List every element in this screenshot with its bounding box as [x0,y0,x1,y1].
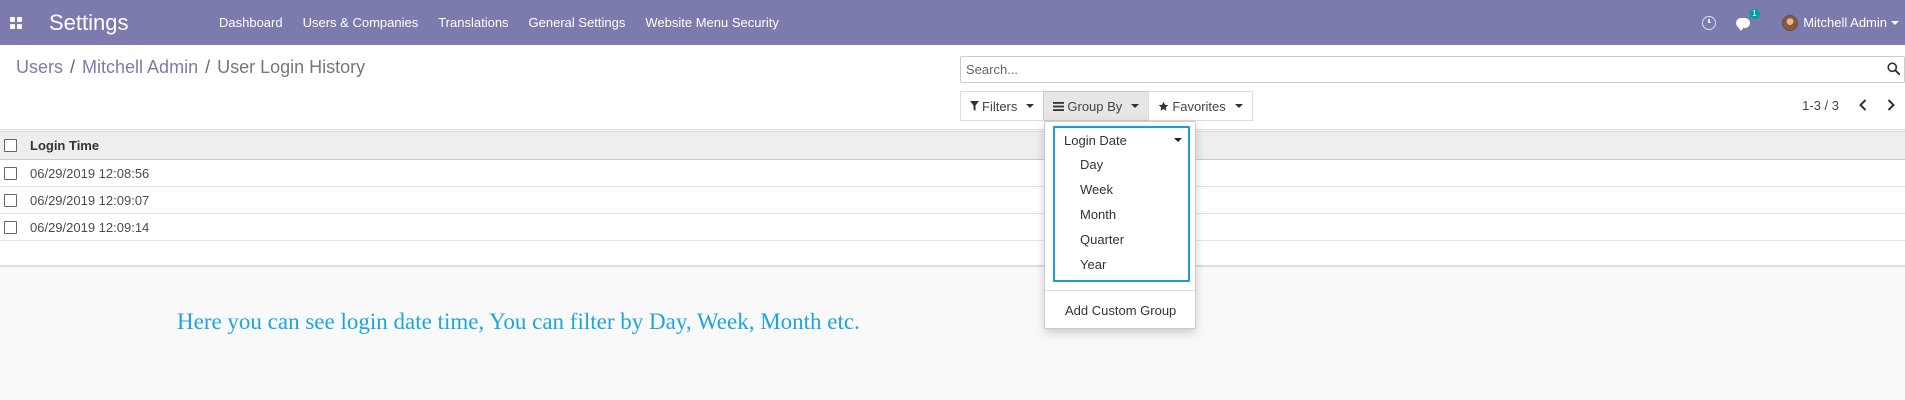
avatar[interactable] [1782,14,1799,31]
login-time-cell: 06/29/2019 12:09:07 [30,192,150,208]
search-options: Filters Group By Favorites [960,91,1253,121]
menu-item-general-settings[interactable]: General Settings [519,0,636,45]
chat-counter-badge: 1 [1749,8,1760,19]
breadcrumb-users[interactable]: Users [16,57,63,78]
breadcrumb-mitchell-admin[interactable]: Mitchell Admin [82,57,198,78]
list-header: Login Time [0,131,1905,160]
messaging-menu[interactable]: 1 [1736,8,1760,31]
breadcrumb-separator: / [70,57,76,77]
filters-button[interactable]: Filters [960,91,1045,121]
navbar-right: 1 Mitchell Admin [1702,0,1905,45]
group-by-option-week[interactable]: Week [1055,177,1188,202]
annotation-note: Here you can see login date time, You ca… [177,309,860,334]
row-checkbox[interactable] [4,220,17,234]
chevron-down-icon[interactable] [1891,20,1899,25]
group-by-button[interactable]: Group By [1043,91,1150,121]
table-row[interactable]: 06/29/2019 12:09:14 [0,214,1905,241]
main-menu: Dashboard Users & Companies Translations… [209,0,789,45]
chevron-down-icon [1174,138,1182,142]
control-panel: Users / Mitchell Admin / User Login Hist… [0,45,1905,130]
group-by-label: Group By [1067,98,1123,114]
search-input[interactable] [961,57,1861,82]
chevron-down-icon [1026,104,1035,108]
group-by-field-label: Login Date [1064,132,1127,148]
group-by-dropdown: Login Date Day Week Month Quarter Year A… [1044,121,1196,329]
pager: 1-3 / 3 [1802,95,1905,115]
login-time-cell: 06/29/2019 12:08:56 [30,165,150,181]
search-bar [960,56,1905,83]
app-title: Settings [49,9,129,35]
group-by-option-month[interactable]: Month [1055,202,1188,227]
filters-label: Filters [982,98,1018,114]
chevron-down-icon [1234,104,1243,108]
login-time-cell: 06/29/2019 12:09:14 [30,219,150,235]
favorites-button[interactable]: Favorites [1148,91,1253,121]
breadcrumb: Users / Mitchell Admin / User Login Hist… [16,57,365,78]
chat-icon [1736,17,1751,31]
menu-item-users-companies[interactable]: Users & Companies [293,0,429,45]
group-by-option-quarter[interactable]: Quarter [1055,227,1188,252]
row-checkbox[interactable] [4,166,17,180]
apps-grid-icon[interactable] [10,16,24,29]
group-by-field-selected[interactable]: Login Date [1055,128,1188,152]
login-history-list: Login Time 06/29/2019 12:08:56 06/29/201… [0,131,1905,267]
list-bars-icon [1053,101,1065,111]
group-by-option-year[interactable]: Year [1055,252,1188,277]
filter-icon [970,101,979,111]
list-footer [0,241,1905,267]
breadcrumb-separator: / [205,57,211,77]
clock-icon[interactable] [1702,15,1717,30]
add-custom-group-button[interactable]: Add Custom Group [1045,298,1195,323]
select-all-checkbox[interactable] [4,139,17,152]
group-by-option-day[interactable]: Day [1055,152,1188,177]
column-header-login-time[interactable]: Login Time [30,138,99,153]
menu-item-translations[interactable]: Translations [428,0,518,45]
user-menu-name[interactable]: Mitchell Admin [1803,15,1887,30]
search-icon[interactable] [1887,62,1900,75]
row-checkbox[interactable] [4,193,17,207]
chevron-right-icon [1887,99,1895,111]
page-title: User Login History [217,57,366,77]
group-by-field-select[interactable]: Login Date Day Week Month Quarter Year [1053,126,1190,282]
chevron-left-icon [1859,99,1867,111]
pager-value[interactable]: 1-3 / 3 [1802,98,1839,113]
menu-item-website-menu-security[interactable]: Website Menu Security [635,0,788,45]
pager-next-button[interactable] [1877,95,1905,115]
menu-item-dashboard[interactable]: Dashboard [209,0,293,45]
table-row[interactable]: 06/29/2019 12:08:56 [0,160,1905,187]
dropdown-divider [1045,290,1195,291]
favorites-label: Favorites [1172,98,1226,114]
pager-previous-button[interactable] [1849,95,1877,115]
chevron-down-icon [1131,104,1140,108]
star-icon [1159,101,1169,111]
table-row[interactable]: 06/29/2019 12:09:07 [0,187,1905,214]
top-navbar: Settings Dashboard Users & Companies Tra… [0,0,1905,45]
